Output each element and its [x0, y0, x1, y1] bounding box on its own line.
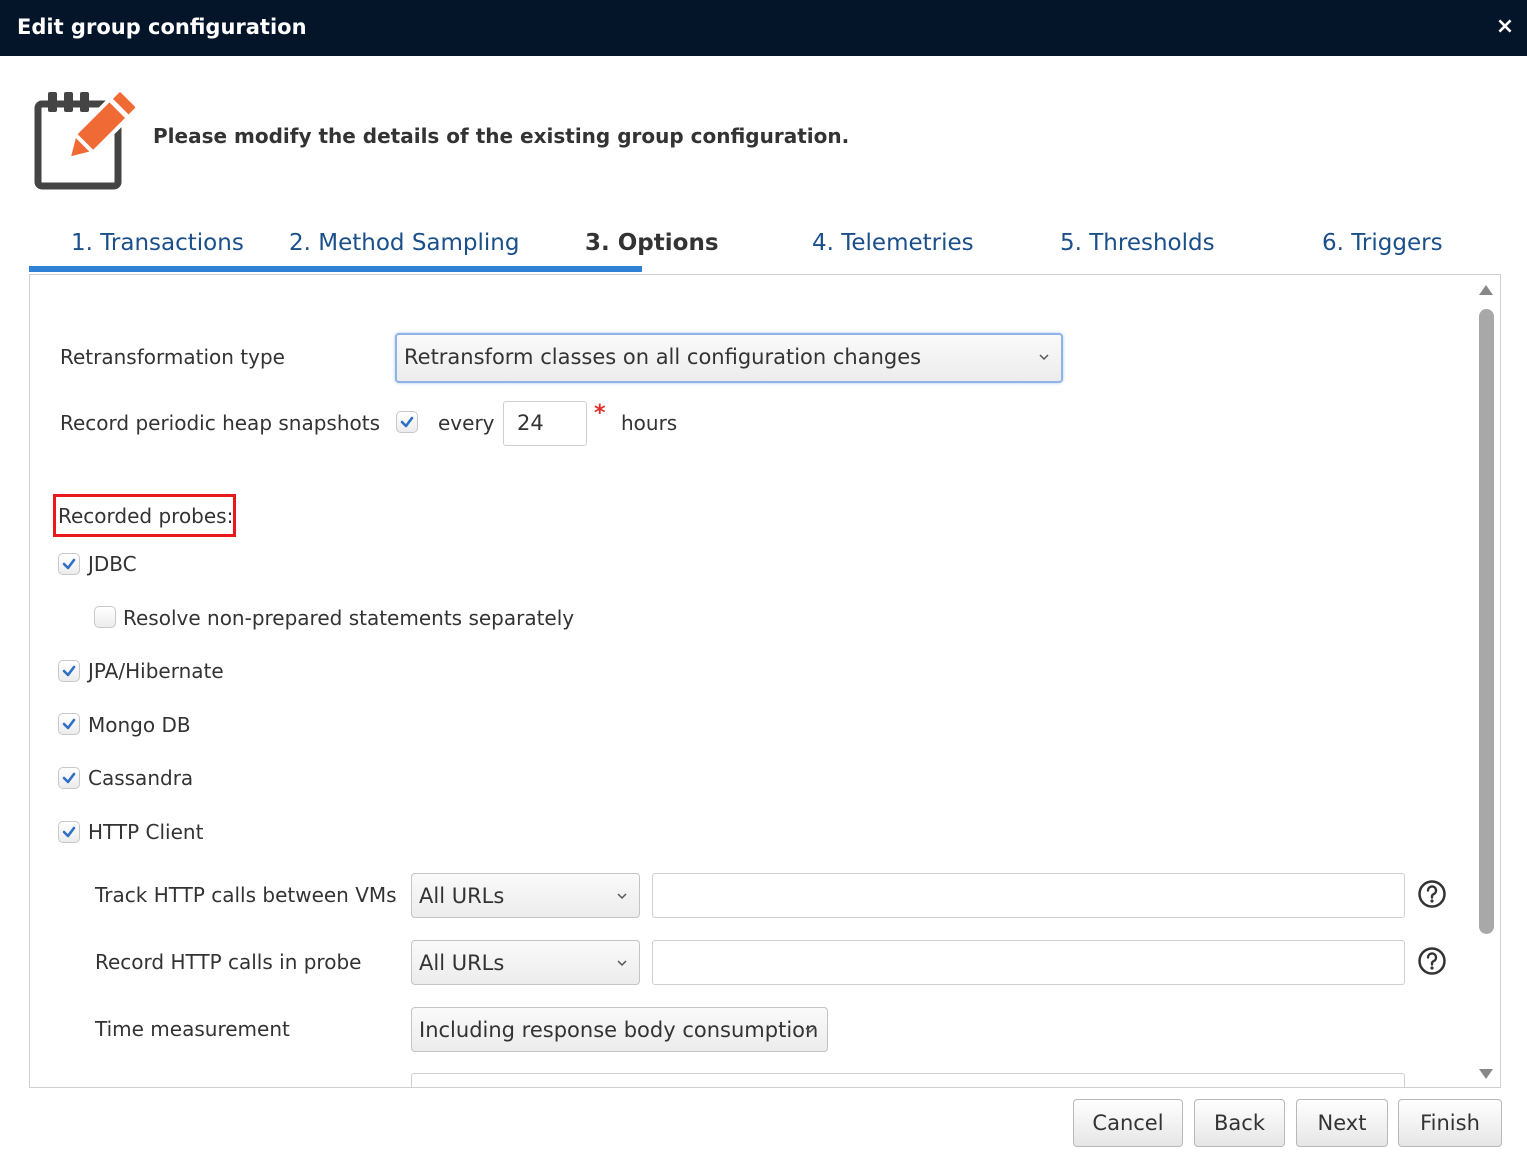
tab-options[interactable]: 3. Options — [585, 230, 719, 256]
jpa-label: JPA/Hibernate — [88, 659, 224, 683]
tab-telemetries[interactable]: 4. Telemetries — [812, 230, 974, 256]
checkmark-icon — [62, 772, 76, 784]
jdbc-resolve-label: Resolve non-prepared statements separate… — [123, 606, 575, 630]
record-http-label: Record HTTP calls in probe — [95, 950, 362, 974]
dialog-titlebar: Edit group configuration × — [0, 0, 1527, 56]
checkmark-icon — [62, 665, 76, 677]
scroll-down-arrow-icon[interactable] — [1478, 1067, 1494, 1081]
heap-snapshots-checkbox[interactable] — [396, 411, 418, 433]
next-button[interactable]: Next — [1296, 1099, 1388, 1147]
help-icon[interactable] — [1417, 946, 1447, 976]
every-label: every — [438, 411, 495, 435]
scroll-up-arrow-icon[interactable] — [1478, 283, 1494, 297]
back-button[interactable]: Back — [1194, 1099, 1285, 1147]
checkmark-icon — [62, 558, 76, 570]
cassandra-label: Cassandra — [88, 766, 194, 790]
chevron-down-icon — [617, 893, 627, 900]
hours-label: hours — [621, 411, 678, 435]
cassandra-checkbox[interactable] — [58, 767, 80, 789]
time-measurement-label: Time measurement — [95, 1017, 290, 1041]
chevron-down-icon — [805, 1027, 815, 1034]
jdbc-label: JDBC — [88, 552, 137, 576]
jdbc-checkbox[interactable] — [58, 553, 80, 575]
edit-notepad-icon — [34, 88, 138, 190]
checkmark-icon — [400, 416, 414, 428]
jdbc-resolve-checkbox[interactable] — [94, 606, 116, 628]
retransformation-select[interactable]: Retransform classes on all configuration… — [395, 333, 1063, 383]
wizard-tabs: 1. Transactions 2. Method Sampling 3. Op… — [29, 224, 1501, 274]
retransformation-value: Retransform classes on all configuration… — [404, 345, 922, 369]
dialog-title: Edit group configuration — [17, 15, 307, 39]
mongo-checkbox[interactable] — [58, 713, 80, 735]
scrollbar-thumb[interactable] — [1479, 309, 1494, 934]
options-panel: Retransformation type Retransform classe… — [29, 274, 1501, 1088]
retransformation-label: Retransformation type — [60, 345, 285, 369]
help-icon[interactable] — [1417, 879, 1447, 909]
record-http-select[interactable]: All URLs — [411, 940, 640, 985]
tab-method-sampling[interactable]: 2. Method Sampling — [289, 230, 519, 256]
record-http-input[interactable] — [652, 940, 1405, 985]
time-measurement-value: Including response body consumption — [419, 1018, 819, 1042]
required-marker: * — [594, 401, 606, 426]
track-http-value: All URLs — [419, 884, 505, 908]
finish-button[interactable]: Finish — [1398, 1099, 1502, 1147]
track-http-label: Track HTTP calls between VMs — [95, 883, 397, 907]
mongo-label: Mongo DB — [88, 713, 191, 737]
tab-thresholds[interactable]: 5. Thresholds — [1060, 230, 1215, 256]
heap-interval-input[interactable]: 24 — [503, 401, 587, 446]
checkmark-icon — [62, 718, 76, 730]
track-http-input[interactable] — [652, 873, 1405, 918]
http-client-checkbox[interactable] — [58, 821, 80, 843]
cancel-button[interactable]: Cancel — [1073, 1099, 1183, 1147]
track-http-select[interactable]: All URLs — [411, 873, 640, 918]
tab-transactions[interactable]: 1. Transactions — [71, 230, 244, 256]
record-http-value: All URLs — [419, 951, 505, 975]
heap-snapshots-label: Record periodic heap snapshots — [60, 411, 381, 435]
chevron-down-icon — [1039, 354, 1049, 361]
close-icon[interactable]: × — [1493, 12, 1517, 42]
recorded-probes-label: Recorded probes: — [58, 504, 234, 528]
time-measurement-select[interactable]: Including response body consumption — [411, 1007, 828, 1052]
partially-hidden-input[interactable] — [411, 1073, 1405, 1087]
http-client-label: HTTP Client — [88, 820, 204, 844]
checkmark-icon — [62, 826, 76, 838]
tab-triggers[interactable]: 6. Triggers — [1322, 230, 1443, 256]
chevron-down-icon — [617, 960, 627, 967]
tab-progress-bar — [29, 266, 642, 272]
header-instruction: Please modify the details of the existin… — [153, 124, 850, 148]
jpa-checkbox[interactable] — [58, 660, 80, 682]
